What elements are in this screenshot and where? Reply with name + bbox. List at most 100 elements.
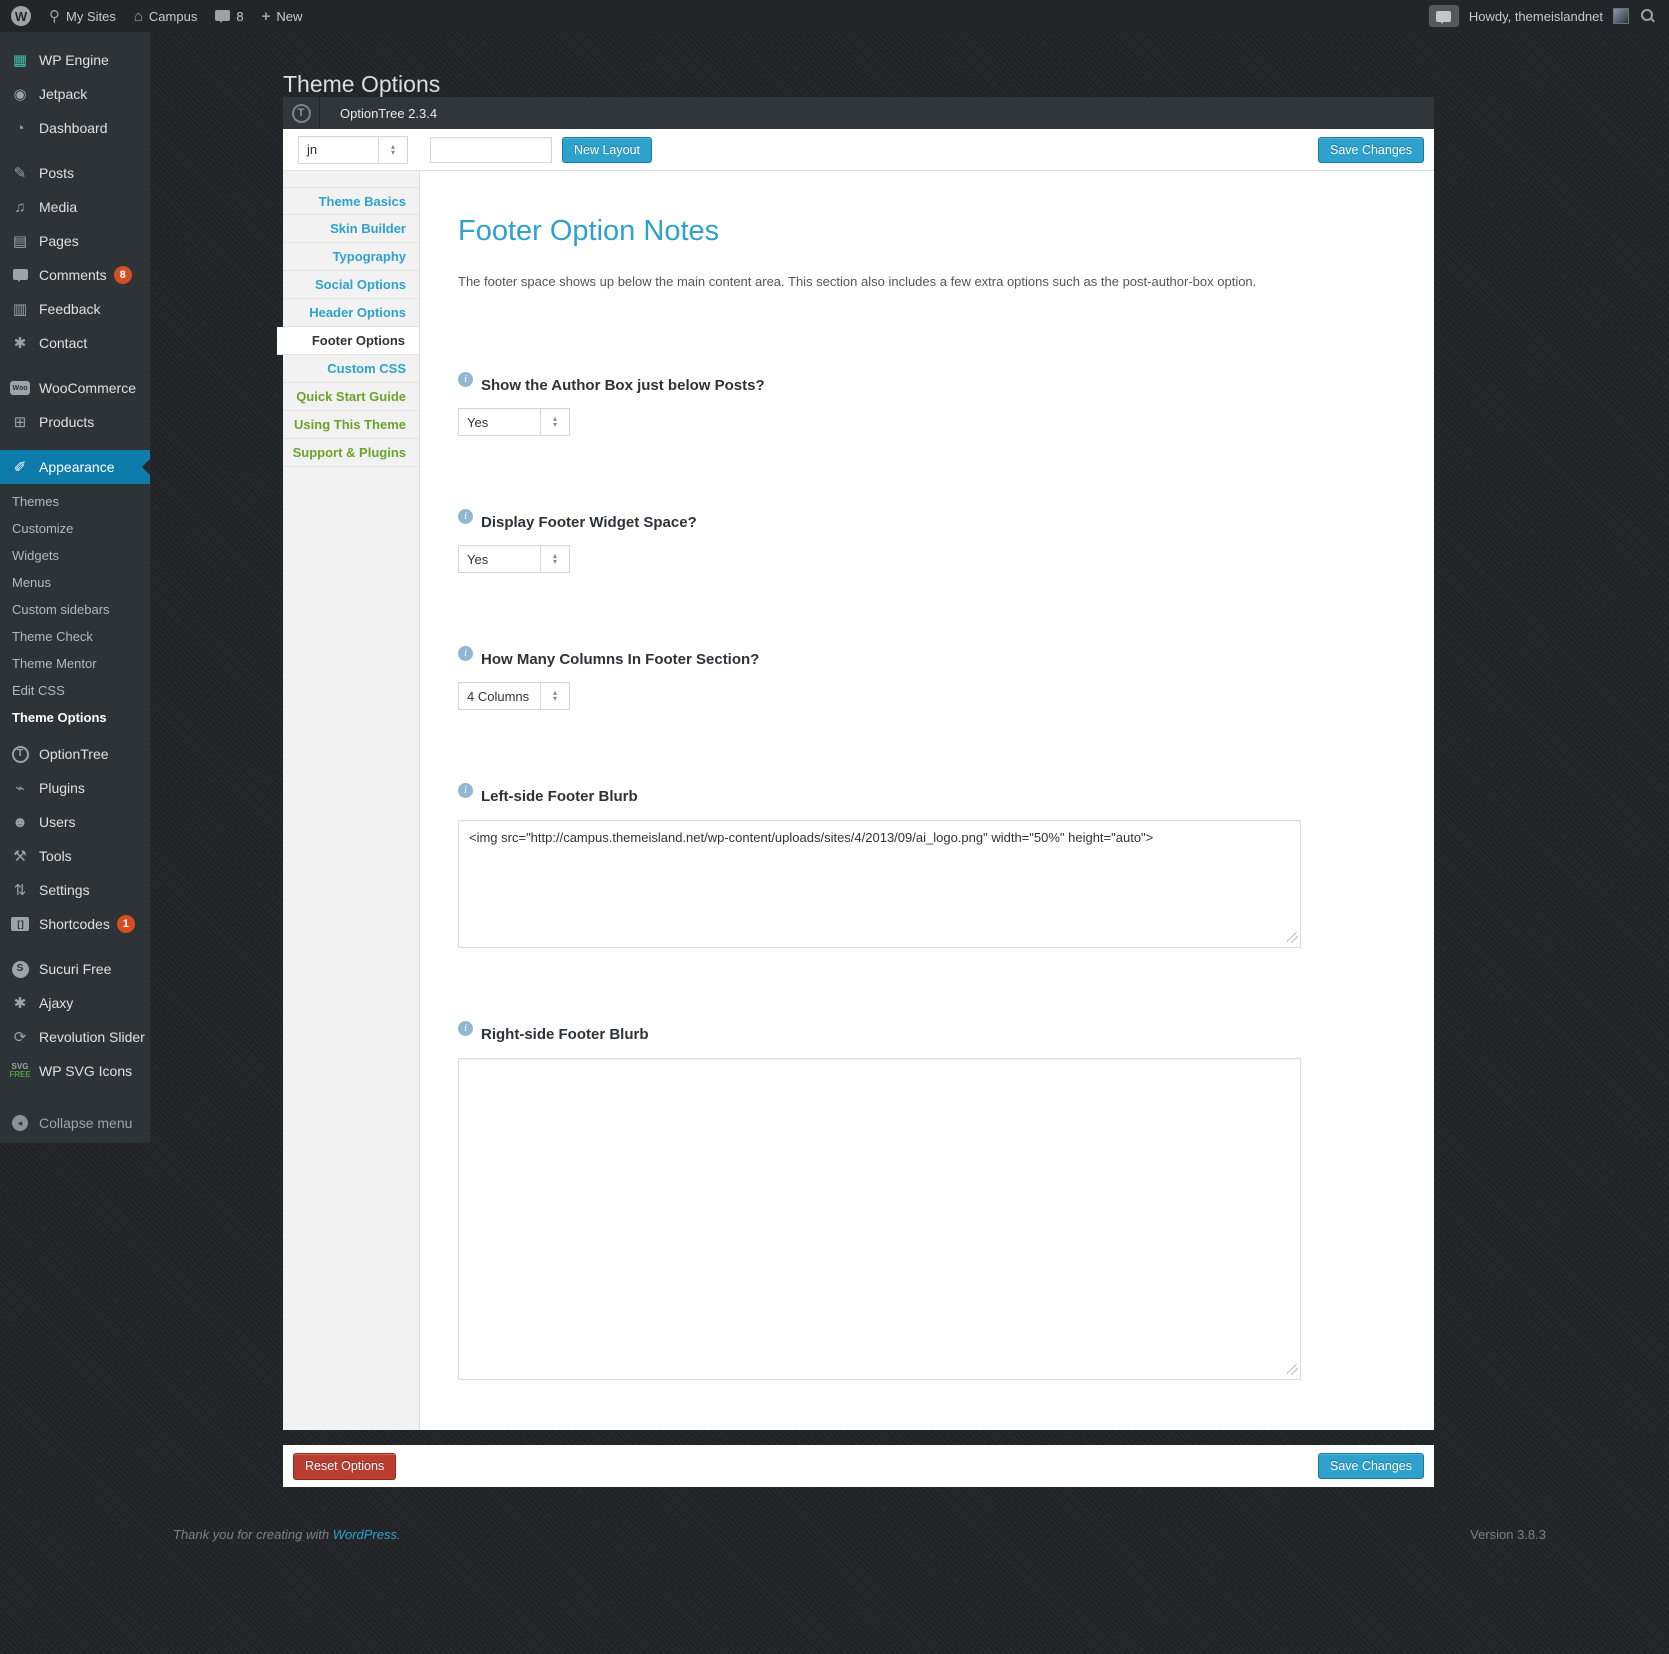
sidebar-item-appearance[interactable]: ✐ Appearance: [0, 450, 150, 484]
sidebar-item-contact[interactable]: ✱ Contact: [0, 326, 150, 360]
wordpress-link[interactable]: WordPress: [333, 1527, 397, 1542]
appearance-submenu: Themes Customize Widgets Menus Custom si…: [0, 484, 150, 737]
tab-social-options[interactable]: Social Options: [283, 271, 419, 299]
section-description: The footer space shows up below the main…: [458, 274, 1257, 289]
gauge-icon: ◔: [15, 119, 25, 137]
optiontree-panel: T OptionTree 2.3.4 jn ▴ ▾ New Layout Save…: [277, 97, 1434, 1430]
info-icon[interactable]: i: [458, 783, 473, 798]
svg-free-icon: SVG FREE: [9, 1062, 31, 1079]
version-text: Version 3.8.3: [1470, 1527, 1546, 1542]
my-sites-menu[interactable]: ⚲ My Sites: [40, 0, 125, 32]
tab-theme-basics[interactable]: Theme Basics: [283, 187, 419, 215]
tab-header-options[interactable]: Header Options: [283, 299, 419, 327]
optiontree-header: T OptionTree 2.3.4: [283, 97, 1434, 129]
info-icon[interactable]: i: [458, 646, 473, 661]
notifications-button[interactable]: [1428, 5, 1459, 27]
woocommerce-icon: Woo: [10, 381, 30, 395]
sidebar-item-shortcodes[interactable]: [ ] Shortcodes 1: [0, 907, 150, 941]
page-title: Theme Options: [283, 71, 441, 98]
avatar: [1613, 8, 1629, 24]
field-right-footer-blurb: i Right-side Footer Blurb: [458, 1021, 1434, 1380]
new-layout-button[interactable]: New Layout: [562, 136, 653, 163]
new-layout-input[interactable]: [430, 136, 552, 163]
tab-support-plugins[interactable]: Support & Plugins: [283, 439, 419, 467]
field-footer-widget-space: i Display Footer Widget Space? Yes ▴ ▾: [458, 509, 1434, 573]
sidebar-item-jetpack[interactable]: ◉ Jetpack: [0, 77, 150, 111]
info-icon[interactable]: i: [458, 509, 473, 524]
footer-columns-select[interactable]: 4 Columns ▴ ▾: [458, 682, 570, 710]
chevron-updown-icon: ▴ ▾: [540, 683, 569, 709]
sidebar-item-posts[interactable]: ✎ Posts: [0, 156, 150, 190]
field-left-footer-blurb: i Left-side Footer Blurb <img src="http:…: [458, 783, 1434, 948]
sidebar-item-revolution-slider[interactable]: ⟳ Revolution Slider: [0, 1020, 150, 1054]
field-label: How Many Columns In Footer Section?: [481, 651, 760, 668]
tab-typography[interactable]: Typography: [283, 243, 419, 271]
submenu-item-menus[interactable]: Menus: [0, 569, 150, 596]
sidebar-item-users[interactable]: ☻ Users: [0, 805, 150, 839]
sidebar-item-sucuri-free[interactable]: S Sucuri Free: [0, 952, 150, 986]
layout-toolbar: jn ▴ ▾ New Layout Save Changes: [283, 129, 1434, 171]
left-footer-blurb-textarea[interactable]: <img src="http://campus.themeisland.net/…: [458, 820, 1301, 948]
resize-grip[interactable]: [1287, 932, 1298, 943]
tab-skin-builder[interactable]: Skin Builder: [283, 215, 419, 243]
sidebar-item-dashboard[interactable]: ◔ Dashboard: [0, 111, 150, 145]
field-author-box: i Show the Author Box just below Posts? …: [458, 372, 1434, 436]
field-footer-columns: i How Many Columns In Footer Section? 4 …: [458, 646, 1434, 710]
new-content-menu[interactable]: + New: [253, 0, 312, 32]
save-changes-top-button[interactable]: Save Changes: [1317, 136, 1424, 163]
site-menu[interactable]: ⌂ Campus: [125, 0, 206, 32]
sidebar-item-ajaxy[interactable]: ✱ Ajaxy: [0, 986, 150, 1020]
account-menu[interactable]: Howdy, themeislandnet: [1469, 9, 1603, 24]
submenu-item-theme-options[interactable]: Theme Options: [0, 704, 150, 731]
reset-options-button[interactable]: Reset Options: [293, 1452, 397, 1480]
wordpress-logo-menu[interactable]: W: [0, 0, 40, 32]
sidebar-item-wp-svg-icons[interactable]: SVG FREE WP SVG Icons: [0, 1054, 150, 1088]
tab-footer-options[interactable]: Footer Options: [277, 327, 419, 355]
tab-quick-start-guide[interactable]: Quick Start Guide: [283, 383, 419, 411]
submenu-item-theme-mentor[interactable]: Theme Mentor: [0, 650, 150, 677]
sidebar-item-settings[interactable]: ⇅ Settings: [0, 873, 150, 907]
sidebar-item-plugins[interactable]: ⌁ Plugins: [0, 771, 150, 805]
adminbar-comments[interactable]: 8: [206, 0, 252, 32]
tab-custom-css[interactable]: Custom CSS: [283, 355, 419, 383]
sidebar-item-wp-engine[interactable]: ▦ WP Engine: [0, 43, 150, 77]
sidebar-item-media[interactable]: ♫ Media: [0, 190, 150, 224]
sidebar-item-products[interactable]: ⊞ Products: [0, 405, 150, 439]
sidebar-item-pages[interactable]: ▤ Pages: [0, 224, 150, 258]
save-changes-bottom-button[interactable]: Save Changes: [1317, 1453, 1424, 1479]
sidebar-item-optiontree[interactable]: T OptionTree: [0, 737, 150, 771]
sidebar-item-woocommerce[interactable]: Woo WooCommerce: [0, 371, 150, 405]
sidebar-item-tools[interactable]: ⚒ Tools: [0, 839, 150, 873]
submenu-item-customize[interactable]: Customize: [0, 515, 150, 542]
info-icon[interactable]: i: [458, 372, 473, 387]
search-icon[interactable]: [1639, 8, 1655, 24]
submenu-item-edit-css[interactable]: Edit CSS: [0, 677, 150, 704]
admin-bar: W ⚲ My Sites ⌂ Campus 8 + New Howdy, the…: [0, 0, 1669, 32]
tab-using-this-theme[interactable]: Using This Theme: [283, 411, 419, 439]
field-label: Right-side Footer Blurb: [481, 1026, 649, 1043]
collapse-menu-button[interactable]: ◂ Collapse menu: [0, 1106, 150, 1140]
shortcodes-count-badge: 1: [116, 915, 135, 933]
submenu-item-theme-check[interactable]: Theme Check: [0, 623, 150, 650]
info-icon[interactable]: i: [458, 1021, 473, 1036]
resize-grip[interactable]: [1287, 1364, 1298, 1375]
sidebar-item-comments[interactable]: Comments 8: [0, 258, 150, 292]
sucuri-icon: S: [10, 960, 30, 978]
wordpress-admin-screen: W ⚲ My Sites ⌂ Campus 8 + New Howdy, the…: [0, 0, 1669, 1654]
author-box-select[interactable]: Yes ▴ ▾: [458, 408, 570, 436]
pages-icon: ▤: [12, 232, 28, 250]
right-footer-blurb-textarea[interactable]: [458, 1058, 1301, 1380]
section-heading: Footer Option Notes: [458, 215, 720, 247]
footer-widget-space-select[interactable]: Yes ▴ ▾: [458, 545, 570, 573]
collapse-arrow-icon: ◂: [10, 1115, 30, 1131]
field-label: Show the Author Box just below Posts?: [481, 377, 765, 394]
layout-select[interactable]: jn ▴ ▾: [298, 135, 408, 164]
submenu-item-widgets[interactable]: Widgets: [0, 542, 150, 569]
options-tabs: Theme Basics Skin Builder Typography Soc…: [277, 171, 420, 1430]
chevron-updown-icon: ▴ ▾: [540, 546, 569, 572]
submenu-item-themes[interactable]: Themes: [0, 488, 150, 515]
submenu-item-custom-sidebars[interactable]: Custom sidebars: [0, 596, 150, 623]
gear-icon: ✱: [13, 334, 27, 352]
sidebar-item-feedback[interactable]: ▥ Feedback: [0, 292, 150, 326]
comment-bubble-icon: [215, 9, 231, 24]
